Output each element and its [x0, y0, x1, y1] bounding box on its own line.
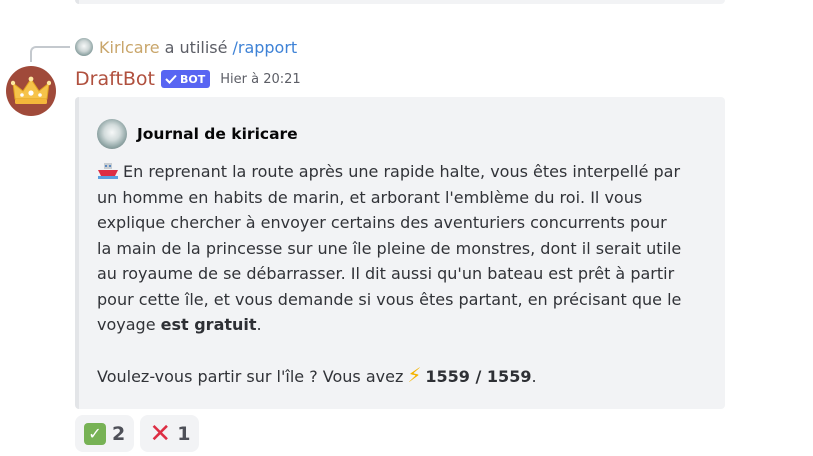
energy-value: 1559 / 1559 [425, 367, 532, 386]
reaction-count: 1 [177, 422, 191, 445]
energy-question: Voulez-vous partir sur l'île ? Vous avez… [97, 363, 537, 387]
bot-tag: BOT [161, 70, 211, 88]
reply-user-avatar[interactable] [75, 38, 93, 56]
description-line: la main de la princesse sur une île plei… [97, 238, 682, 258]
crown-icon [11, 76, 51, 104]
reply-context[interactable]: Kirlcare a utilisé /rapport [75, 36, 297, 58]
embed: Journal de kiricare En reprenant la rout… [75, 97, 725, 409]
embed-description: En reprenant la route après une rapide h… [97, 159, 717, 389]
reply-verb: a utilisé [164, 37, 228, 57]
verified-check-icon [165, 74, 177, 84]
description-line: voyage est gratuit. [97, 315, 262, 334]
reactions: ✓ 2 ✕ 1 [75, 415, 200, 452]
reply-connector [30, 46, 70, 62]
ship-icon [98, 163, 118, 179]
bot-username[interactable]: DraftBot [75, 68, 155, 90]
description-line: au royaume de se débarrasser. Il dit aus… [97, 264, 675, 283]
reply-username[interactable]: Kirlcare [99, 38, 160, 57]
message-header: DraftBot BOT Hier à 20:21 [75, 66, 301, 92]
cross-mark-icon: ✕ [149, 418, 172, 449]
check-mark-icon: ✓ [84, 422, 106, 445]
description-line: explique chercher à envoyer certains des… [97, 213, 667, 232]
free-emphasis: est gratuit [160, 315, 257, 334]
reaction-cross[interactable]: ✕ 1 [140, 415, 200, 452]
description-line: un homme en habits de marin, et arborant… [97, 187, 643, 207]
bot-tag-label: BOT [180, 72, 206, 86]
timestamp[interactable]: Hier à 20:21 [220, 72, 300, 87]
description-line: pour cette île, et vous demande si vous … [97, 289, 682, 309]
lightning-icon: ⚡ [407, 363, 422, 387]
embed-author-icon [97, 119, 127, 149]
reply-command[interactable]: /rapport [232, 38, 297, 57]
reaction-count: 2 [112, 422, 126, 445]
previous-embed-edge [75, 0, 725, 4]
description-line: En reprenant la route après une rapide h… [97, 159, 717, 185]
bot-avatar[interactable] [6, 66, 56, 116]
reaction-check[interactable]: ✓ 2 [75, 415, 135, 452]
embed-author: Journal de kiricare [97, 119, 298, 149]
embed-author-name: Journal de kiricare [137, 125, 298, 143]
